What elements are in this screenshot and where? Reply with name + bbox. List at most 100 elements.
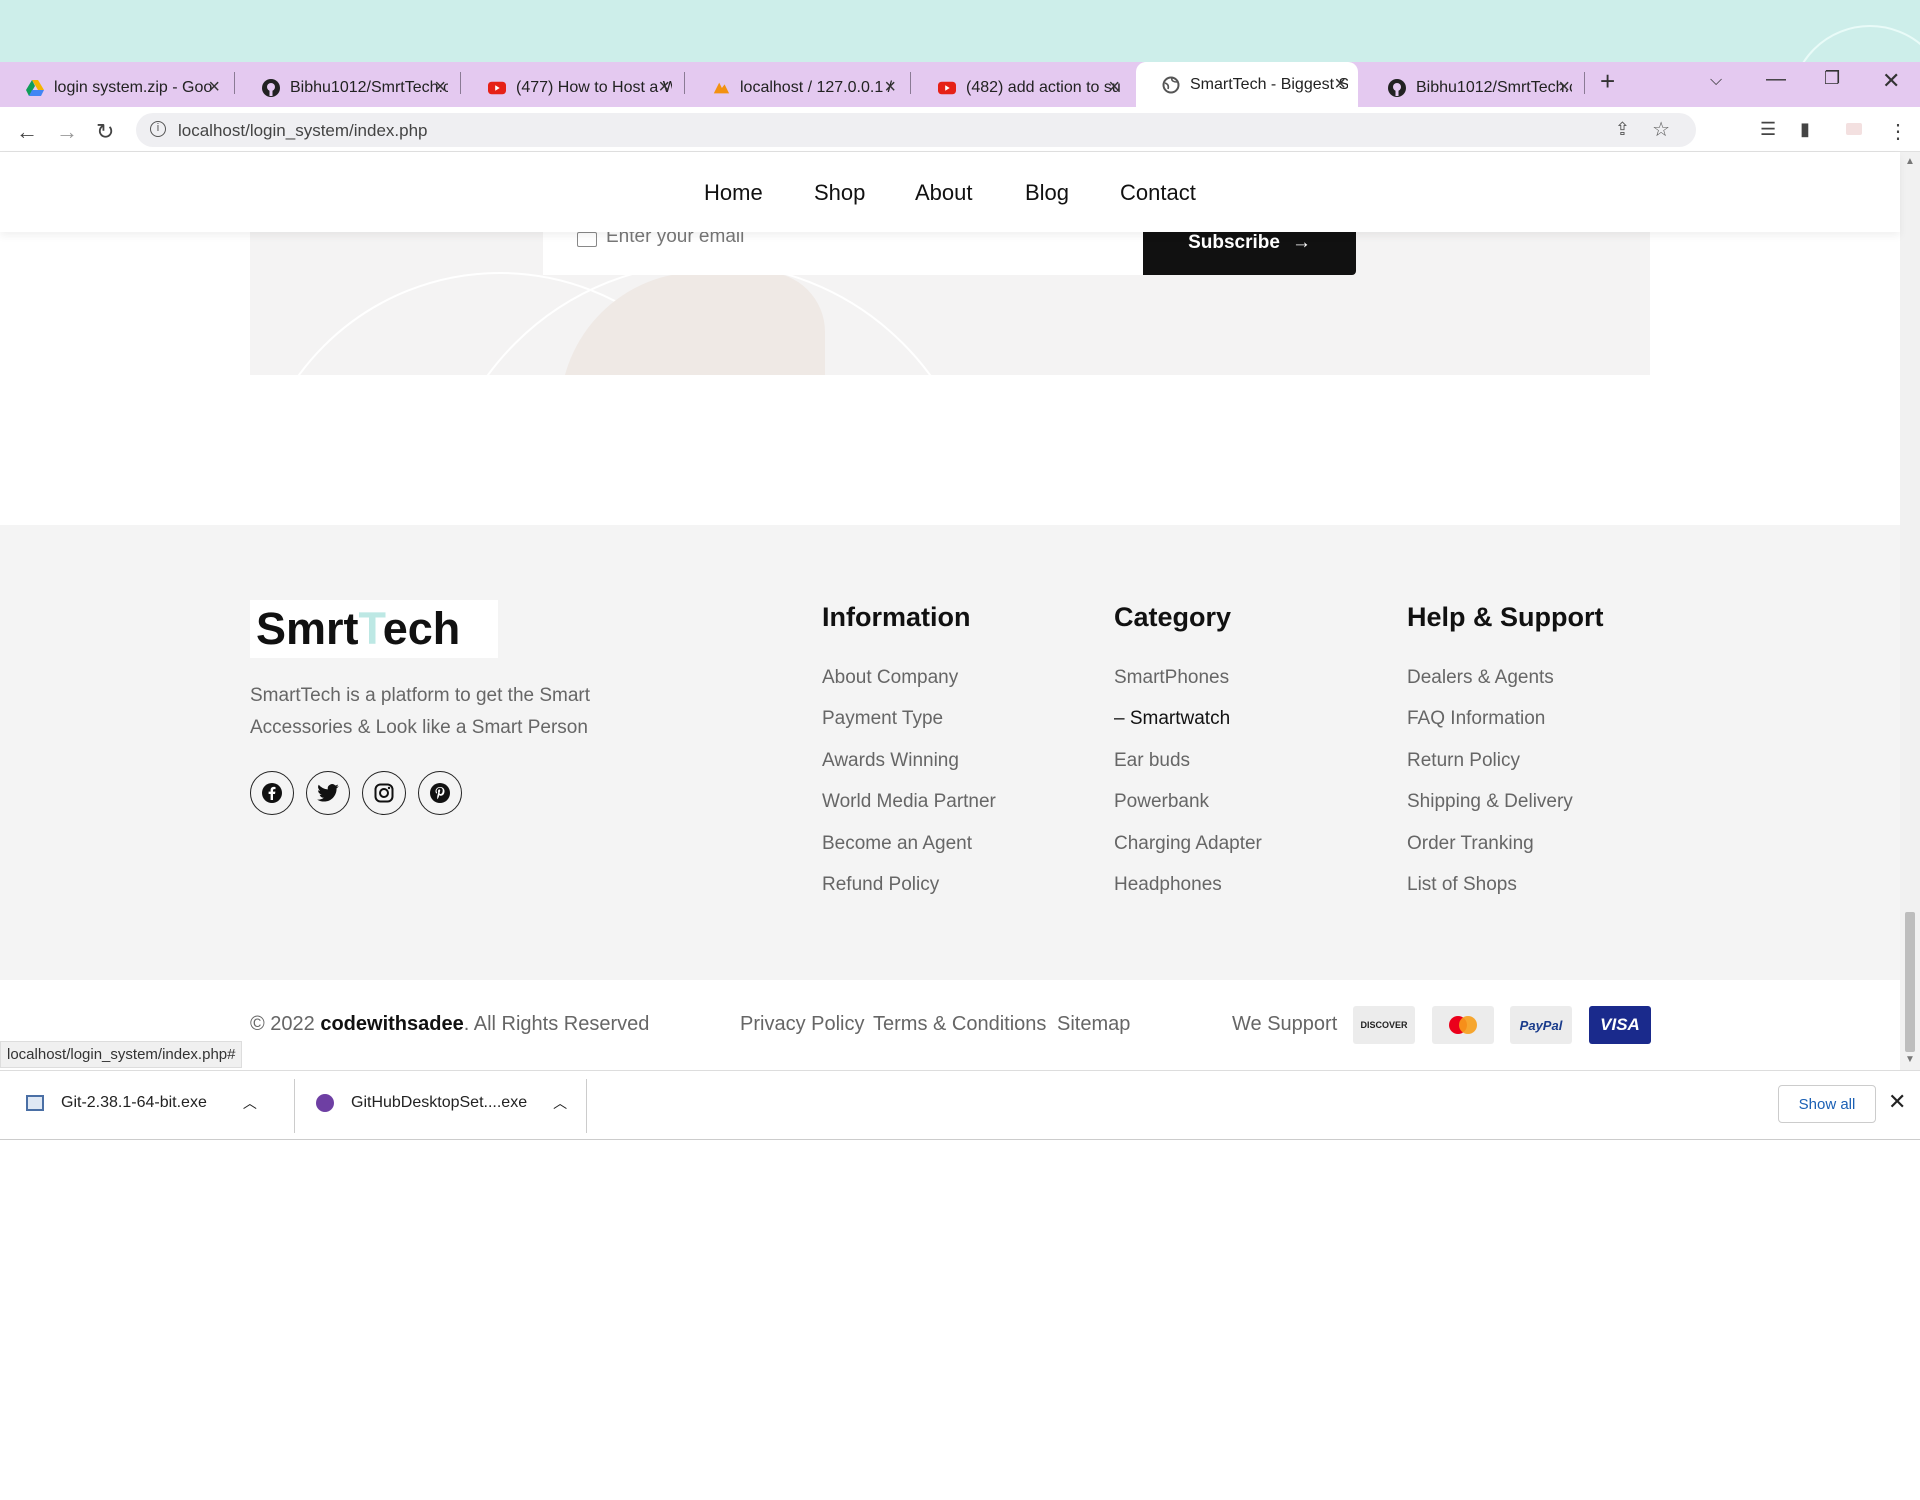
tab-youtube-1[interactable]: (477) How to Host a W ×: [462, 68, 682, 107]
info-icon[interactable]: i: [150, 121, 166, 137]
nav-shop[interactable]: Shop: [814, 180, 865, 206]
menu-icon[interactable]: ⋮: [1888, 119, 1908, 144]
download-item-git[interactable]: Git-2.38.1-64-bit.exe ︿: [26, 1093, 257, 1113]
pinterest-icon[interactable]: [418, 771, 462, 815]
tab-login-system[interactable]: login system.zip - Goo ×: [0, 68, 232, 107]
tab-github-1[interactable]: Bibhu1012/SmrtTech.c ×: [236, 68, 458, 107]
tab-title: Bibhu1012/SmrtTech.c: [290, 78, 448, 96]
google-drive-icon: [26, 79, 44, 97]
footer-link[interactable]: Payment Type: [822, 708, 943, 730]
logo[interactable]: SmrtTech: [250, 600, 498, 658]
tab-title: SmartTech - Biggest S: [1190, 75, 1348, 93]
mastercard-icon: mastercard: [1432, 1006, 1494, 1044]
terms-link[interactable]: Terms & Conditions: [873, 1013, 1046, 1036]
scroll-up-icon[interactable]: ▲: [1905, 156, 1915, 167]
tab-title: localhost / 127.0.0.1 /: [740, 78, 893, 96]
visa-icon: VISA: [1589, 1006, 1651, 1044]
tab-title: login system.zip - Goo: [54, 78, 213, 96]
footer-link[interactable]: Awards Winning: [822, 750, 959, 772]
subscribe-label: Subscribe: [1188, 231, 1280, 253]
footer-link[interactable]: FAQ Information: [1407, 708, 1545, 730]
scroll-down-icon[interactable]: ▼: [1905, 1054, 1915, 1065]
tab-search-icon[interactable]: ⌵: [1710, 72, 1722, 90]
url-field[interactable]: i localhost/login_system/index.php ⇪ ☆: [136, 113, 1696, 147]
footer-tagline-2: Accessories & Look like a Smart Person: [250, 717, 588, 738]
github-icon: [1388, 78, 1406, 97]
mail-icon: [577, 232, 597, 247]
close-icon[interactable]: ×: [658, 77, 670, 97]
chevron-up-icon[interactable]: ︿: [553, 1093, 567, 1113]
site-nav: Home Shop About Blog Contact: [0, 152, 1900, 232]
show-all-button[interactable]: Show all: [1778, 1085, 1876, 1123]
close-downloads-icon[interactable]: ✕: [1888, 1089, 1906, 1115]
footer-link[interactable]: About Company: [822, 667, 958, 689]
tab-youtube-2[interactable]: (482) add action to su ×: [912, 68, 1132, 107]
status-url: localhost/login_system/index.php#: [0, 1041, 243, 1068]
restore-icon[interactable]: ❐: [1824, 68, 1840, 89]
footer-link-hovered[interactable]: – Smartwatch: [1114, 708, 1230, 730]
reload-icon[interactable]: ↻: [96, 119, 114, 145]
close-icon[interactable]: ×: [208, 77, 220, 97]
github-icon: [262, 78, 280, 97]
window-close-icon[interactable]: ✕: [1882, 68, 1900, 94]
back-icon[interactable]: ←: [16, 119, 38, 145]
tab-title: Bibhu1012/SmrtTech.c: [1416, 78, 1572, 96]
footer-link[interactable]: Headphones: [1114, 874, 1222, 896]
globe-icon: [1162, 76, 1180, 94]
tab-phpmyadmin[interactable]: localhost / 127.0.0.1 / ×: [686, 68, 908, 107]
footer-link[interactable]: World Media Partner: [822, 791, 996, 813]
nav-about[interactable]: About: [915, 180, 973, 206]
address-bar-row: ← → ↻ i localhost/login_system/index.php…: [0, 107, 1920, 152]
twitter-icon[interactable]: [306, 771, 350, 815]
footer-link[interactable]: Order Tranking: [1407, 833, 1534, 855]
downloads-bar: Git-2.38.1-64-bit.exe ︿ GitHubDesktopSet…: [0, 1070, 1920, 1140]
share-icon[interactable]: ⇪: [1615, 119, 1630, 140]
close-icon[interactable]: ×: [1558, 77, 1570, 97]
footer-link[interactable]: Shipping & Delivery: [1407, 791, 1573, 813]
close-icon[interactable]: ×: [1334, 74, 1346, 94]
tab-github-2[interactable]: Bibhu1012/SmrtTech.c ×: [1362, 68, 1582, 107]
we-support-label: We Support: [1232, 1013, 1338, 1035]
download-item-github-desktop[interactable]: GitHubDesktopSet....exe ︿: [316, 1093, 567, 1113]
side-panel-icon[interactable]: ▮: [1800, 119, 1810, 140]
nav-home[interactable]: Home: [704, 180, 763, 206]
footer-link[interactable]: Become an Agent: [822, 833, 972, 855]
nav-blog[interactable]: Blog: [1025, 180, 1069, 206]
footer-link[interactable]: Powerbank: [1114, 791, 1209, 813]
new-tab-icon[interactable]: +: [1600, 66, 1615, 97]
scrollbar-thumb[interactable]: [1905, 912, 1915, 1052]
tab-smarttech-active[interactable]: SmartTech - Biggest S ×: [1136, 62, 1358, 107]
close-icon[interactable]: ×: [884, 77, 896, 97]
chevron-up-icon[interactable]: ︿: [243, 1093, 257, 1113]
footer-link[interactable]: Ear buds: [1114, 750, 1190, 772]
nav-contact[interactable]: Contact: [1120, 180, 1196, 206]
sitemap-link[interactable]: Sitemap: [1057, 1013, 1130, 1036]
footer-link[interactable]: SmartPhones: [1114, 667, 1229, 689]
footer-link[interactable]: Return Policy: [1407, 750, 1520, 772]
installer-icon: [26, 1095, 44, 1111]
help-heading: Help & Support: [1407, 602, 1604, 632]
privacy-policy-link[interactable]: Privacy Policy: [740, 1013, 864, 1036]
facebook-icon[interactable]: [250, 771, 294, 815]
close-icon[interactable]: ×: [434, 77, 446, 97]
url-text: localhost/login_system/index.php: [178, 121, 428, 140]
footer-link[interactable]: Charging Adapter: [1114, 833, 1262, 855]
copyright: © 2022 codewithsadee. All Rights Reserve…: [250, 1013, 650, 1035]
youtube-icon: [938, 79, 956, 97]
tab-title: (477) How to Host a W: [516, 78, 672, 96]
footer-link[interactable]: Refund Policy: [822, 874, 939, 896]
instagram-icon[interactable]: [362, 771, 406, 815]
tab-title: (482) add action to su: [966, 78, 1121, 96]
footer-link[interactable]: Dealers & Agents: [1407, 667, 1554, 689]
information-heading: Information: [822, 602, 971, 632]
desktop-background: [0, 0, 1920, 62]
category-heading: Category: [1114, 602, 1232, 632]
close-icon[interactable]: ×: [1108, 77, 1120, 97]
arrow-right-icon: →: [1291, 231, 1311, 253]
star-icon[interactable]: ☆: [1652, 117, 1670, 142]
minimize-icon[interactable]: —: [1766, 68, 1786, 91]
profile-icon[interactable]: [1846, 123, 1862, 135]
reading-list-icon[interactable]: ☰: [1760, 119, 1776, 140]
footer-link[interactable]: List of Shops: [1407, 874, 1517, 896]
forward-icon[interactable]: →: [56, 119, 78, 145]
